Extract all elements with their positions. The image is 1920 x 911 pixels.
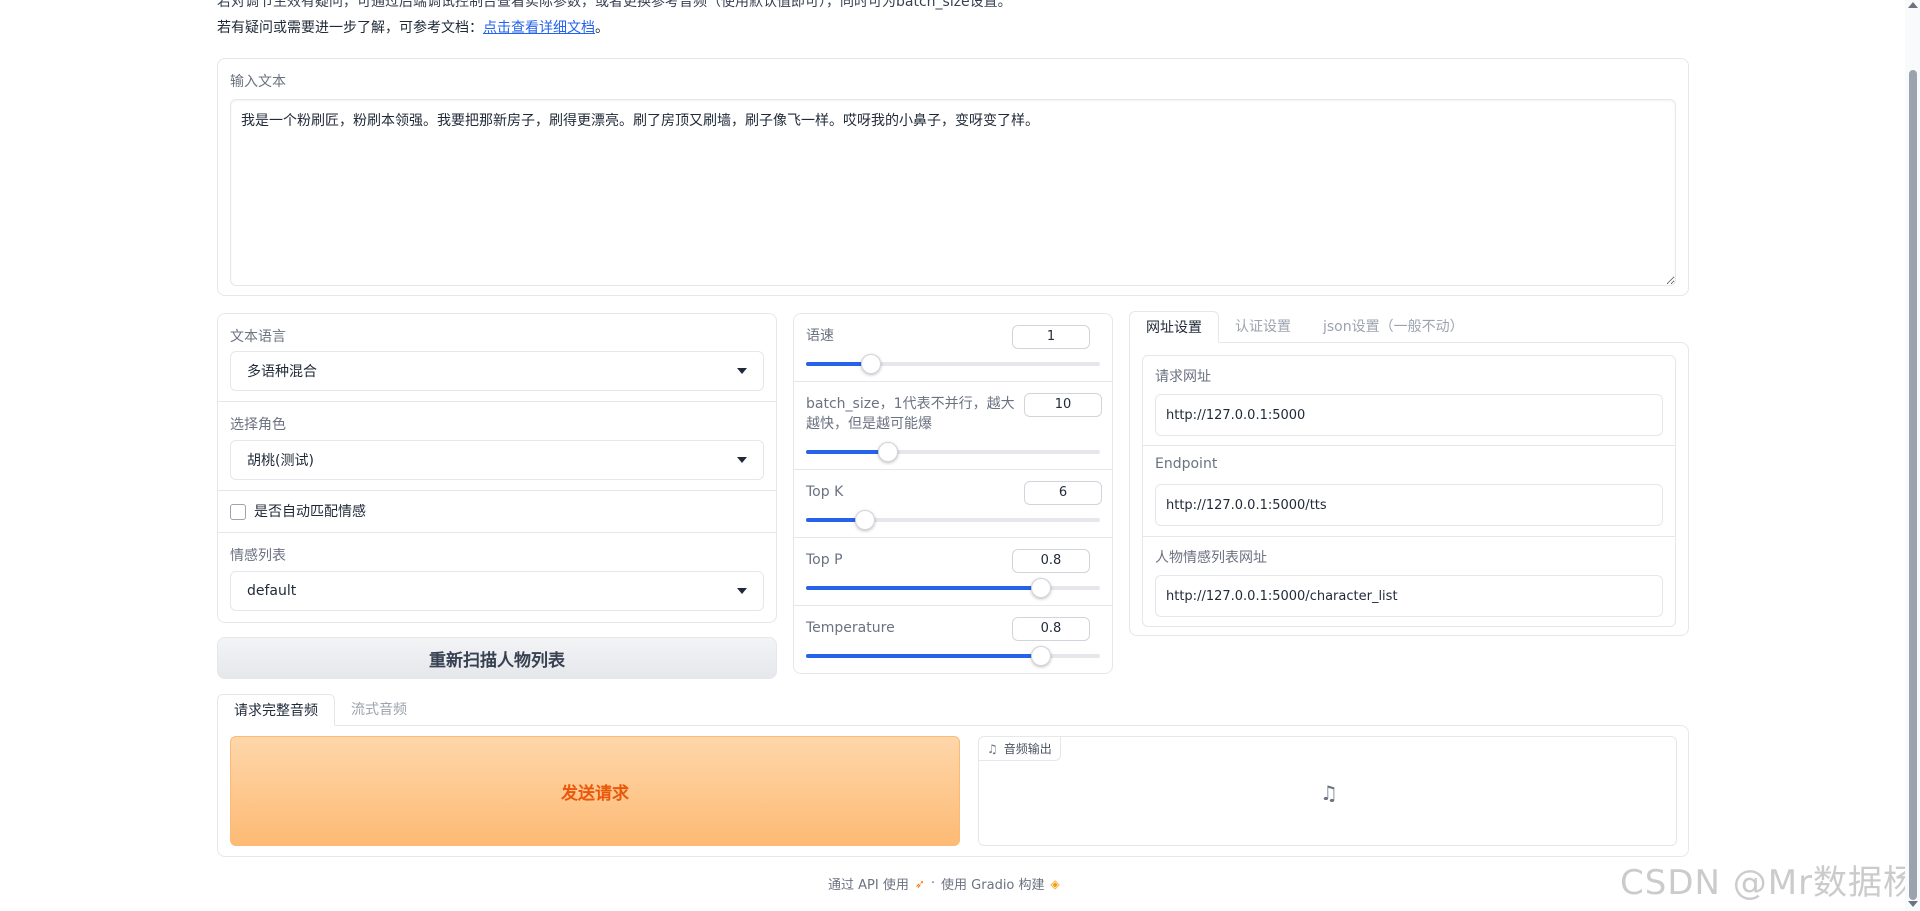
- tab-url-settings[interactable]: 网址设置: [1129, 311, 1219, 343]
- emotion-list-group: 情感列表 default: [218, 533, 776, 623]
- intro-line-2-prefix: 若有疑问或需要进一步了解，可参考文档：: [217, 20, 483, 36]
- character-list-url-row: 人物情感列表网址 http://127.0.0.1:5000/character…: [1143, 537, 1675, 627]
- slider-row-top-p: Top P 0.8: [794, 538, 1112, 606]
- scroll-up-icon[interactable]: [1908, 2, 1918, 8]
- endpoint-row: Endpoint http://127.0.0.1:5000/tts: [1143, 446, 1675, 537]
- emotion-list-label: 情感列表: [230, 548, 286, 564]
- slider-row-temperature: Temperature 0.8: [794, 606, 1112, 674]
- slider-track[interactable]: [806, 510, 1100, 530]
- endpoint-label: Endpoint: [1155, 456, 1218, 472]
- rocket-icon: ➶: [914, 876, 925, 891]
- text-language-group: 文本语言 多语种混合: [218, 314, 776, 402]
- sliders-panel: 语速 1 batch_size，1代表不并行，越大越快，但是越可能爆 10 To…: [793, 313, 1113, 674]
- chevron-down-icon: [737, 588, 747, 594]
- url-settings-group: 请求网址 http://127.0.0.1:5000 Endpoint http…: [1142, 355, 1676, 627]
- emotion-list-dropdown[interactable]: default: [230, 571, 764, 611]
- intro-line-2-suffix: 。: [595, 20, 609, 36]
- character-dropdown[interactable]: 胡桃(测试): [230, 440, 764, 480]
- url-settings-panel: 请求网址 http://127.0.0.1:5000 Endpoint http…: [1129, 342, 1689, 636]
- footer-api-link[interactable]: 通过 API 使用: [828, 874, 909, 893]
- slider-number-input[interactable]: 0.8: [1012, 617, 1090, 641]
- request-url-field[interactable]: http://127.0.0.1:5000: [1155, 394, 1663, 436]
- text-language-label: 文本语言: [230, 329, 286, 345]
- intro-line-1: 若对调节生效有疑问，可通过后端调试控制台查看实际参数，或者更换参考音频（使用默认…: [217, 0, 1012, 10]
- scroll-down-icon[interactable]: [1908, 901, 1918, 907]
- slider-label: batch_size，1代表不并行，越大越快，但是越可能爆: [806, 396, 1015, 432]
- slider-fill: [806, 654, 1042, 658]
- send-request-button[interactable]: 发送请求: [230, 736, 960, 846]
- audio-output-box: ♫ 音频输出 ♫: [978, 736, 1677, 846]
- chevron-down-icon: [737, 368, 747, 374]
- watermark: CSDN @Mr数据杨: [1620, 863, 1919, 903]
- slider-thumb[interactable]: [1031, 578, 1052, 598]
- tab-stream-audio[interactable]: 流式音频: [335, 694, 423, 726]
- slider-thumb[interactable]: [1031, 646, 1052, 666]
- slider-thumb[interactable]: [860, 354, 881, 374]
- docs-link[interactable]: 点击查看详细文档: [483, 20, 595, 36]
- character-value: 胡桃(测试): [247, 453, 314, 469]
- bottom-tabbar: 请求完整音频 流式音频: [217, 694, 423, 726]
- tab-json-settings[interactable]: json设置（一般不动）: [1307, 311, 1480, 343]
- auto-emotion-checkbox[interactable]: [230, 504, 246, 520]
- character-group: 选择角色 胡桃(测试): [218, 402, 776, 491]
- slider-track[interactable]: [806, 442, 1100, 462]
- request-url-row: 请求网址 http://127.0.0.1:5000: [1143, 356, 1675, 446]
- audio-output-label: 音频输出: [1003, 742, 1052, 756]
- character-label: 选择角色: [230, 417, 286, 433]
- rescan-characters-button[interactable]: 重新扫描人物列表: [217, 637, 777, 679]
- tab-auth-settings[interactable]: 认证设置: [1219, 311, 1307, 343]
- slider-thumb[interactable]: [854, 510, 875, 530]
- scrollbar-thumb[interactable]: [1909, 70, 1917, 900]
- slider-number-input[interactable]: 1: [1012, 325, 1090, 349]
- music-note-icon: ♫: [987, 741, 998, 756]
- auto-emotion-label: 是否自动匹配情感: [254, 504, 366, 520]
- music-note-icon: ♫: [1320, 781, 1338, 805]
- input-text-label: 输入文本: [230, 74, 286, 90]
- footer: 通过 API 使用 ➶ · 使用 Gradio 构建 ◈: [828, 874, 1060, 893]
- slider-track[interactable]: [806, 354, 1100, 374]
- character-list-url-field[interactable]: http://127.0.0.1:5000/character_list: [1155, 575, 1663, 617]
- slider-fill: [806, 586, 1042, 590]
- slider-number-input[interactable]: 6: [1024, 481, 1102, 505]
- request-url-label: 请求网址: [1155, 369, 1211, 385]
- intro-line-2: 若有疑问或需要进一步了解，可参考文档：点击查看详细文档。: [217, 17, 609, 37]
- endpoint-field[interactable]: http://127.0.0.1:5000/tts: [1155, 484, 1663, 526]
- text-language-value: 多语种混合: [247, 364, 317, 380]
- settings-tabbar: 网址设置 认证设置 json设置（一般不动）: [1129, 311, 1480, 343]
- slider-label: Temperature: [806, 620, 895, 636]
- emotion-list-value: default: [247, 583, 297, 599]
- slider-track[interactable]: [806, 578, 1100, 598]
- text-language-dropdown[interactable]: 多语种混合: [230, 351, 764, 391]
- footer-separator: ·: [930, 876, 936, 891]
- auto-emotion-group: 是否自动匹配情感: [218, 491, 776, 533]
- footer-gradio-link[interactable]: 使用 Gradio 构建: [941, 874, 1044, 893]
- slider-label: 语速: [806, 328, 834, 344]
- left-settings-panel: 文本语言 多语种混合 选择角色 胡桃(测试) 是否自动匹配情感 情感列表 def…: [217, 313, 777, 623]
- slider-row-top-k: Top K 6: [794, 470, 1112, 538]
- slider-track[interactable]: [806, 646, 1100, 666]
- chevron-down-icon: [737, 457, 747, 463]
- slider-thumb[interactable]: [878, 442, 899, 462]
- slider-label: Top P: [806, 552, 843, 568]
- slider-number-input[interactable]: 0.8: [1012, 549, 1090, 573]
- character-list-url-label: 人物情感列表网址: [1155, 550, 1267, 566]
- slider-fill: [806, 450, 889, 454]
- slider-label: Top K: [806, 484, 844, 500]
- audio-output-tag: ♫ 音频输出: [979, 737, 1061, 761]
- slider-row-speed: 语速 1: [794, 314, 1112, 382]
- input-text-area[interactable]: [230, 99, 1676, 286]
- audio-request-panel: 发送请求 ♫ 音频输出 ♫: [217, 725, 1689, 857]
- input-text-block: 输入文本: [217, 58, 1689, 296]
- tab-full-audio[interactable]: 请求完整音频: [217, 694, 335, 726]
- gradio-logo-icon: ◈: [1050, 876, 1060, 891]
- slider-number-input[interactable]: 10: [1024, 393, 1102, 417]
- slider-row-batch-size: batch_size，1代表不并行，越大越快，但是越可能爆 10: [794, 382, 1112, 470]
